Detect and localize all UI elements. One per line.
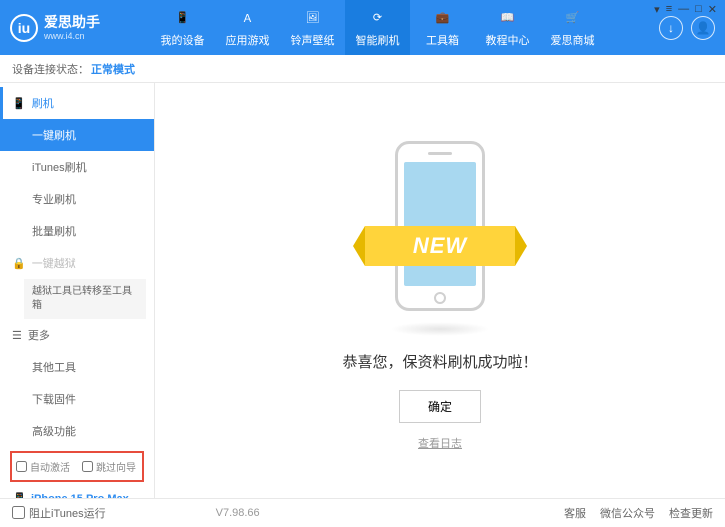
footer-link-wechat[interactable]: 微信公众号 <box>600 505 655 521</box>
nav-store[interactable]: 🛒 爱思商城 <box>540 0 605 55</box>
phone-small-icon: 📱 <box>12 97 26 110</box>
ok-button[interactable]: 确定 <box>399 390 481 423</box>
nav-ringtone-wallpaper[interactable]: 🖼 铃声壁纸 <box>280 0 345 55</box>
phone-icon: 📱 <box>173 8 193 28</box>
toolbox-icon: 💼 <box>433 8 453 28</box>
sidebar-group-flash[interactable]: 📱 刷机 <box>0 87 154 119</box>
sidebar-item-one-click-flash[interactable]: 一键刷机 <box>0 119 154 151</box>
block-itunes-label: 阻止iTunes运行 <box>29 505 106 521</box>
app-header: iu 爱思助手 www.i4.cn 📱 我的设备 Ａ 应用游戏 🖼 铃声壁纸 ⟳… <box>0 0 725 55</box>
list-icon: ☰ <box>12 329 22 342</box>
user-icon: 👤 <box>696 21 711 35</box>
sidebar-item-download-firmware[interactable]: 下载固件 <box>0 383 154 415</box>
download-button[interactable]: ↓ <box>659 16 683 40</box>
status-bar: 设备连接状态： 正常模式 <box>0 55 725 83</box>
device-icon: 📱 <box>12 492 27 498</box>
nav-tutorials[interactable]: 📖 教程中心 <box>475 0 540 55</box>
lock-icon: 🔒 <box>12 257 26 270</box>
nav-apps-games[interactable]: Ａ 应用游戏 <box>215 0 280 55</box>
sidebar-group-more[interactable]: ☰ 更多 <box>0 319 154 351</box>
footer: 阻止iTunes运行 V7.98.66 客服 微信公众号 检查更新 <box>0 498 725 526</box>
new-ribbon: NEW <box>365 226 515 266</box>
cart-icon: 🛒 <box>563 8 583 28</box>
footer-link-update[interactable]: 检查更新 <box>669 505 713 521</box>
minimize-icon[interactable]: ― <box>678 3 689 16</box>
device-info: 📱 iPhone 15 Pro Max 512GB iPhone <box>10 488 144 498</box>
auto-activate-checkbox[interactable]: 自动激活 <box>16 459 70 474</box>
footer-link-support[interactable]: 客服 <box>564 505 586 521</box>
sidebar-item-pro-flash[interactable]: 专业刷机 <box>0 183 154 215</box>
user-button[interactable]: 👤 <box>691 16 715 40</box>
sidebar-item-itunes-flash[interactable]: iTunes刷机 <box>0 151 154 183</box>
image-icon: 🖼 <box>303 8 323 28</box>
download-icon: ↓ <box>668 21 674 35</box>
sidebar-group-jailbreak[interactable]: 🔒 一键越狱 <box>0 247 154 279</box>
block-itunes-checkbox[interactable] <box>12 506 25 519</box>
logo: iu 爱思助手 www.i4.cn <box>10 14 150 42</box>
nav-toolbox[interactable]: 💼 工具箱 <box>410 0 475 55</box>
close-icon[interactable]: ✕ <box>708 3 717 16</box>
book-icon: 📖 <box>498 8 518 28</box>
flash-icon: ⟳ <box>368 8 388 28</box>
sidebar: 📱 刷机 一键刷机 iTunes刷机 专业刷机 批量刷机 🔒 一键越狱 越狱工具… <box>0 83 155 498</box>
sidebar-jailbreak-note: 越狱工具已转移至工具箱 <box>24 279 146 319</box>
maximize-icon[interactable]: □ <box>695 3 702 16</box>
app-title: 爱思助手 <box>44 14 100 31</box>
nav-smart-flash[interactable]: ⟳ 智能刷机 <box>345 0 410 55</box>
phone-illustration: NEW <box>375 131 505 331</box>
highlighted-checkbox-area: 自动激活 跳过向导 <box>10 451 144 482</box>
skip-setup-checkbox[interactable]: 跳过向导 <box>82 459 136 474</box>
success-message: 恭喜您，保资料刷机成功啦！ <box>342 351 537 372</box>
view-log-link[interactable]: 查看日志 <box>418 435 462 451</box>
nav-my-device[interactable]: 📱 我的设备 <box>150 0 215 55</box>
apps-icon: Ａ <box>238 8 258 28</box>
app-url: www.i4.cn <box>44 31 100 42</box>
main-content: NEW 恭喜您，保资料刷机成功啦！ 确定 查看日志 <box>155 83 725 498</box>
settings-icon[interactable]: ≡ <box>666 3 672 16</box>
sidebar-item-advanced[interactable]: 高级功能 <box>0 415 154 447</box>
logo-icon: iu <box>10 14 38 42</box>
sidebar-item-batch-flash[interactable]: 批量刷机 <box>0 215 154 247</box>
status-mode: 正常模式 <box>91 61 135 77</box>
menu-icon[interactable]: ▾ <box>654 3 660 16</box>
status-label: 设备连接状态： <box>12 61 89 77</box>
device-name: iPhone 15 Pro Max <box>31 493 129 498</box>
version-label: V7.98.66 <box>216 507 260 519</box>
sidebar-item-other-tools[interactable]: 其他工具 <box>0 351 154 383</box>
